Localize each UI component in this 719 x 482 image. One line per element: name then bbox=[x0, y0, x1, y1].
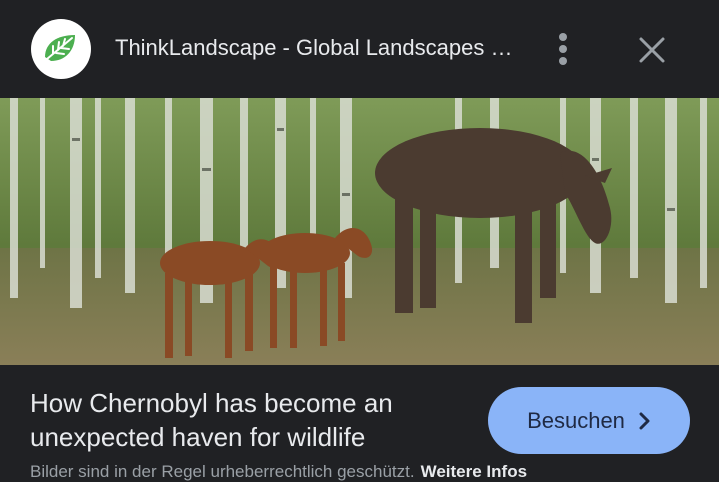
caption-line-2: unexpected haven for wildlife bbox=[30, 422, 366, 452]
leaf-logo-icon bbox=[45, 35, 75, 61]
close-button[interactable] bbox=[632, 30, 672, 70]
viewer-header: ThinkLandscape - Global Landscapes Forum bbox=[0, 0, 719, 98]
chevron-right-icon bbox=[639, 412, 650, 429]
caption-line-1: How Chernobyl has become an bbox=[30, 388, 393, 418]
site-logo bbox=[31, 19, 91, 79]
image-caption[interactable]: How Chernobyl has become an unexpected h… bbox=[30, 386, 460, 454]
visit-button-label: Besuchen bbox=[527, 407, 625, 433]
preview-image[interactable] bbox=[0, 98, 719, 365]
copyright-notice: Bilder sind in der Regel urheberrechtlic… bbox=[30, 462, 527, 482]
more-info-link[interactable]: Weitere Infos bbox=[421, 462, 527, 481]
close-icon bbox=[639, 37, 665, 63]
visit-button[interactable]: Besuchen bbox=[488, 387, 690, 454]
more-options-button[interactable] bbox=[545, 30, 581, 68]
more-vert-icon bbox=[559, 33, 567, 65]
moose-photo bbox=[0, 98, 719, 365]
site-title[interactable]: ThinkLandscape - Global Landscapes Forum bbox=[115, 35, 515, 61]
copyright-text: Bilder sind in der Regel urheberrechtlic… bbox=[30, 462, 415, 481]
